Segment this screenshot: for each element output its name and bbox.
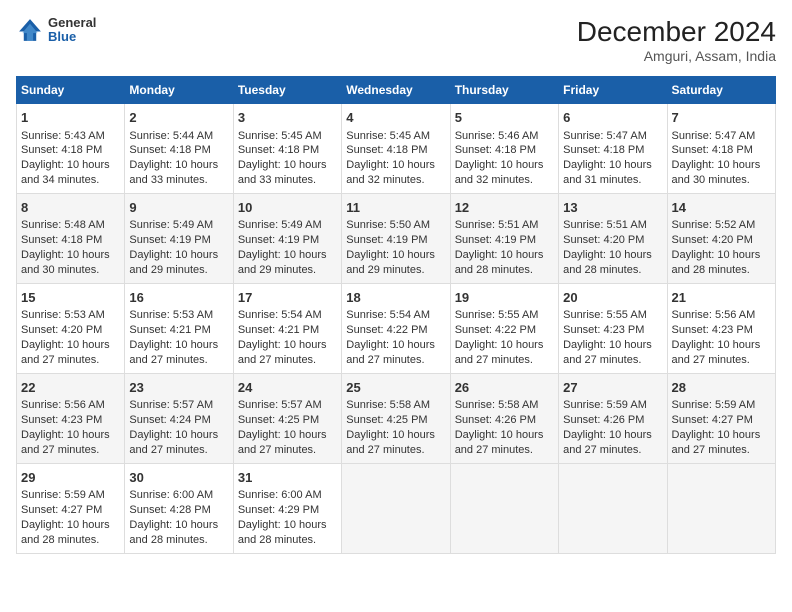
day-number: 8 (21, 199, 120, 217)
page-header: General Blue December 2024 Amguri, Assam… (16, 16, 776, 64)
calendar-cell (450, 463, 558, 553)
day-number: 11 (346, 199, 445, 217)
day-number: 28 (672, 379, 771, 397)
calendar-cell: 23Sunrise: 5:57 AMSunset: 4:24 PMDayligh… (125, 373, 233, 463)
calendar-cell: 17Sunrise: 5:54 AMSunset: 4:21 PMDayligh… (233, 283, 341, 373)
calendar-cell: 3Sunrise: 5:45 AMSunset: 4:18 PMDaylight… (233, 104, 341, 194)
day-number: 14 (672, 199, 771, 217)
calendar-cell: 22Sunrise: 5:56 AMSunset: 4:23 PMDayligh… (17, 373, 125, 463)
calendar-cell (342, 463, 450, 553)
calendar-cell: 12Sunrise: 5:51 AMSunset: 4:19 PMDayligh… (450, 193, 558, 283)
calendar-table: SundayMondayTuesdayWednesdayThursdayFrid… (16, 76, 776, 554)
calendar-cell: 29Sunrise: 5:59 AMSunset: 4:27 PMDayligh… (17, 463, 125, 553)
header-sunday: Sunday (17, 77, 125, 104)
calendar-cell: 18Sunrise: 5:54 AMSunset: 4:22 PMDayligh… (342, 283, 450, 373)
week-row-4: 22Sunrise: 5:56 AMSunset: 4:23 PMDayligh… (17, 373, 776, 463)
calendar-cell: 24Sunrise: 5:57 AMSunset: 4:25 PMDayligh… (233, 373, 341, 463)
day-number: 30 (129, 469, 228, 487)
day-number: 7 (672, 109, 771, 127)
calendar-cell: 19Sunrise: 5:55 AMSunset: 4:22 PMDayligh… (450, 283, 558, 373)
calendar-cell: 2Sunrise: 5:44 AMSunset: 4:18 PMDaylight… (125, 104, 233, 194)
day-number: 29 (21, 469, 120, 487)
calendar-cell: 28Sunrise: 5:59 AMSunset: 4:27 PMDayligh… (667, 373, 775, 463)
calendar-cell: 26Sunrise: 5:58 AMSunset: 4:26 PMDayligh… (450, 373, 558, 463)
calendar-cell: 30Sunrise: 6:00 AMSunset: 4:28 PMDayligh… (125, 463, 233, 553)
calendar-cell: 9Sunrise: 5:49 AMSunset: 4:19 PMDaylight… (125, 193, 233, 283)
header-row: SundayMondayTuesdayWednesdayThursdayFrid… (17, 77, 776, 104)
calendar-cell: 20Sunrise: 5:55 AMSunset: 4:23 PMDayligh… (559, 283, 667, 373)
calendar-cell: 4Sunrise: 5:45 AMSunset: 4:18 PMDaylight… (342, 104, 450, 194)
day-number: 5 (455, 109, 554, 127)
header-monday: Monday (125, 77, 233, 104)
day-number: 1 (21, 109, 120, 127)
header-thursday: Thursday (450, 77, 558, 104)
calendar-cell: 21Sunrise: 5:56 AMSunset: 4:23 PMDayligh… (667, 283, 775, 373)
day-number: 23 (129, 379, 228, 397)
calendar-cell: 8Sunrise: 5:48 AMSunset: 4:18 PMDaylight… (17, 193, 125, 283)
day-number: 26 (455, 379, 554, 397)
day-number: 19 (455, 289, 554, 307)
logo-text: General Blue (48, 16, 96, 45)
calendar-cell: 31Sunrise: 6:00 AMSunset: 4:29 PMDayligh… (233, 463, 341, 553)
calendar-cell: 13Sunrise: 5:51 AMSunset: 4:20 PMDayligh… (559, 193, 667, 283)
day-number: 17 (238, 289, 337, 307)
calendar-cell: 1Sunrise: 5:43 AMSunset: 4:18 PMDaylight… (17, 104, 125, 194)
calendar-cell: 15Sunrise: 5:53 AMSunset: 4:20 PMDayligh… (17, 283, 125, 373)
day-number: 31 (238, 469, 337, 487)
calendar-cell: 11Sunrise: 5:50 AMSunset: 4:19 PMDayligh… (342, 193, 450, 283)
day-number: 16 (129, 289, 228, 307)
day-number: 18 (346, 289, 445, 307)
day-number: 15 (21, 289, 120, 307)
day-number: 21 (672, 289, 771, 307)
calendar-cell: 25Sunrise: 5:58 AMSunset: 4:25 PMDayligh… (342, 373, 450, 463)
day-number: 3 (238, 109, 337, 127)
calendar-cell (667, 463, 775, 553)
day-number: 24 (238, 379, 337, 397)
calendar-cell: 7Sunrise: 5:47 AMSunset: 4:18 PMDaylight… (667, 104, 775, 194)
calendar-cell: 5Sunrise: 5:46 AMSunset: 4:18 PMDaylight… (450, 104, 558, 194)
calendar-cell (559, 463, 667, 553)
title-block: December 2024 Amguri, Assam, India (577, 16, 776, 64)
week-row-1: 1Sunrise: 5:43 AMSunset: 4:18 PMDaylight… (17, 104, 776, 194)
logo: General Blue (16, 16, 96, 45)
main-title: December 2024 (577, 16, 776, 48)
day-number: 27 (563, 379, 662, 397)
day-number: 25 (346, 379, 445, 397)
header-tuesday: Tuesday (233, 77, 341, 104)
day-number: 13 (563, 199, 662, 217)
day-number: 20 (563, 289, 662, 307)
day-number: 2 (129, 109, 228, 127)
day-number: 4 (346, 109, 445, 127)
calendar-cell: 14Sunrise: 5:52 AMSunset: 4:20 PMDayligh… (667, 193, 775, 283)
header-wednesday: Wednesday (342, 77, 450, 104)
week-row-2: 8Sunrise: 5:48 AMSunset: 4:18 PMDaylight… (17, 193, 776, 283)
day-number: 10 (238, 199, 337, 217)
subtitle: Amguri, Assam, India (577, 48, 776, 64)
day-number: 22 (21, 379, 120, 397)
week-row-5: 29Sunrise: 5:59 AMSunset: 4:27 PMDayligh… (17, 463, 776, 553)
header-saturday: Saturday (667, 77, 775, 104)
day-number: 9 (129, 199, 228, 217)
week-row-3: 15Sunrise: 5:53 AMSunset: 4:20 PMDayligh… (17, 283, 776, 373)
calendar-cell: 6Sunrise: 5:47 AMSunset: 4:18 PMDaylight… (559, 104, 667, 194)
logo-icon (16, 16, 44, 44)
day-number: 12 (455, 199, 554, 217)
day-number: 6 (563, 109, 662, 127)
logo-blue: Blue (48, 30, 96, 44)
calendar-cell: 16Sunrise: 5:53 AMSunset: 4:21 PMDayligh… (125, 283, 233, 373)
calendar-cell: 10Sunrise: 5:49 AMSunset: 4:19 PMDayligh… (233, 193, 341, 283)
calendar-cell: 27Sunrise: 5:59 AMSunset: 4:26 PMDayligh… (559, 373, 667, 463)
logo-general: General (48, 16, 96, 30)
header-friday: Friday (559, 77, 667, 104)
